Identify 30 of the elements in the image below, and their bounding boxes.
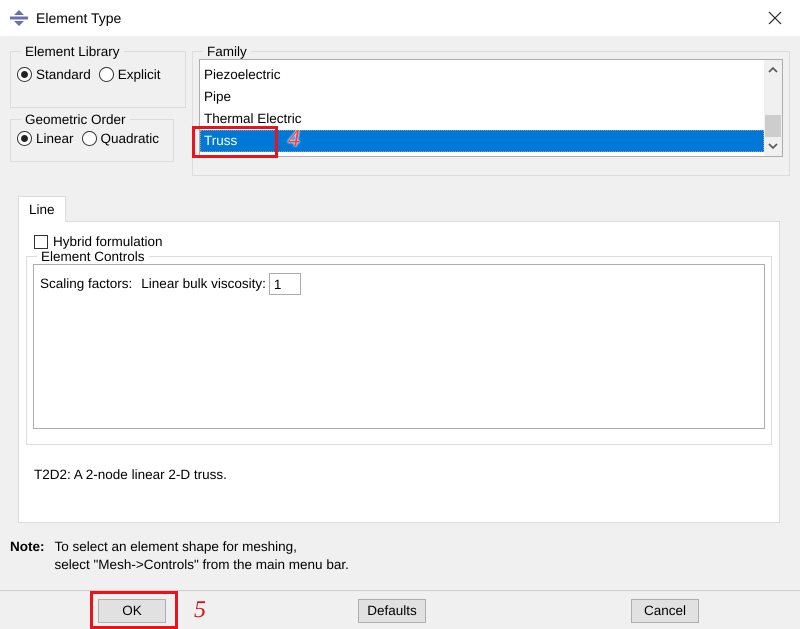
input-field[interactable]: 1 (268, 273, 301, 295)
list-item[interactable]: Piezoelectric (200, 64, 764, 86)
group-title: Element Library (24, 44, 121, 59)
list-item[interactable]: Pipe (200, 86, 764, 108)
annotation-number: 5 (194, 597, 206, 624)
field-label: Scaling factors: (40, 276, 132, 291)
scrollbar[interactable] (764, 60, 782, 156)
group-title: Geometric Order (24, 112, 127, 127)
scroll-down-icon[interactable] (768, 143, 778, 150)
app-icon (10, 10, 28, 26)
radio-option[interactable]: Quadratic (82, 131, 160, 146)
note-text: select "Mesh->Controls" from the main menu bar. (54, 557, 349, 572)
dialog-button[interactable]: OK (98, 598, 166, 622)
radio-option[interactable]: Explicit (98, 67, 161, 82)
description-text: T2D2: A 2-node linear 2-D truss. (33, 467, 228, 482)
checkbox-option[interactable]: Hybrid formulation (26, 234, 772, 249)
note-label: Note: (10, 539, 44, 556)
dialog-button[interactable]: Defaults (358, 598, 426, 622)
window-title: Element Type (36, 10, 122, 26)
group-title: Family (206, 44, 248, 59)
scroll-up-icon[interactable] (768, 66, 778, 73)
tab[interactable]: Line (18, 196, 66, 222)
note-text: To select an element shape for meshing, (54, 539, 298, 554)
close-icon[interactable] (768, 11, 782, 25)
radio-option[interactable]: Linear (17, 131, 74, 146)
radio-option[interactable]: Standard (17, 67, 91, 82)
field-label: Linear bulk viscosity: (141, 276, 266, 291)
dialog-button[interactable]: Cancel (631, 598, 699, 622)
group-title: Element Controls (40, 249, 146, 264)
scroll-thumb[interactable] (765, 115, 781, 137)
